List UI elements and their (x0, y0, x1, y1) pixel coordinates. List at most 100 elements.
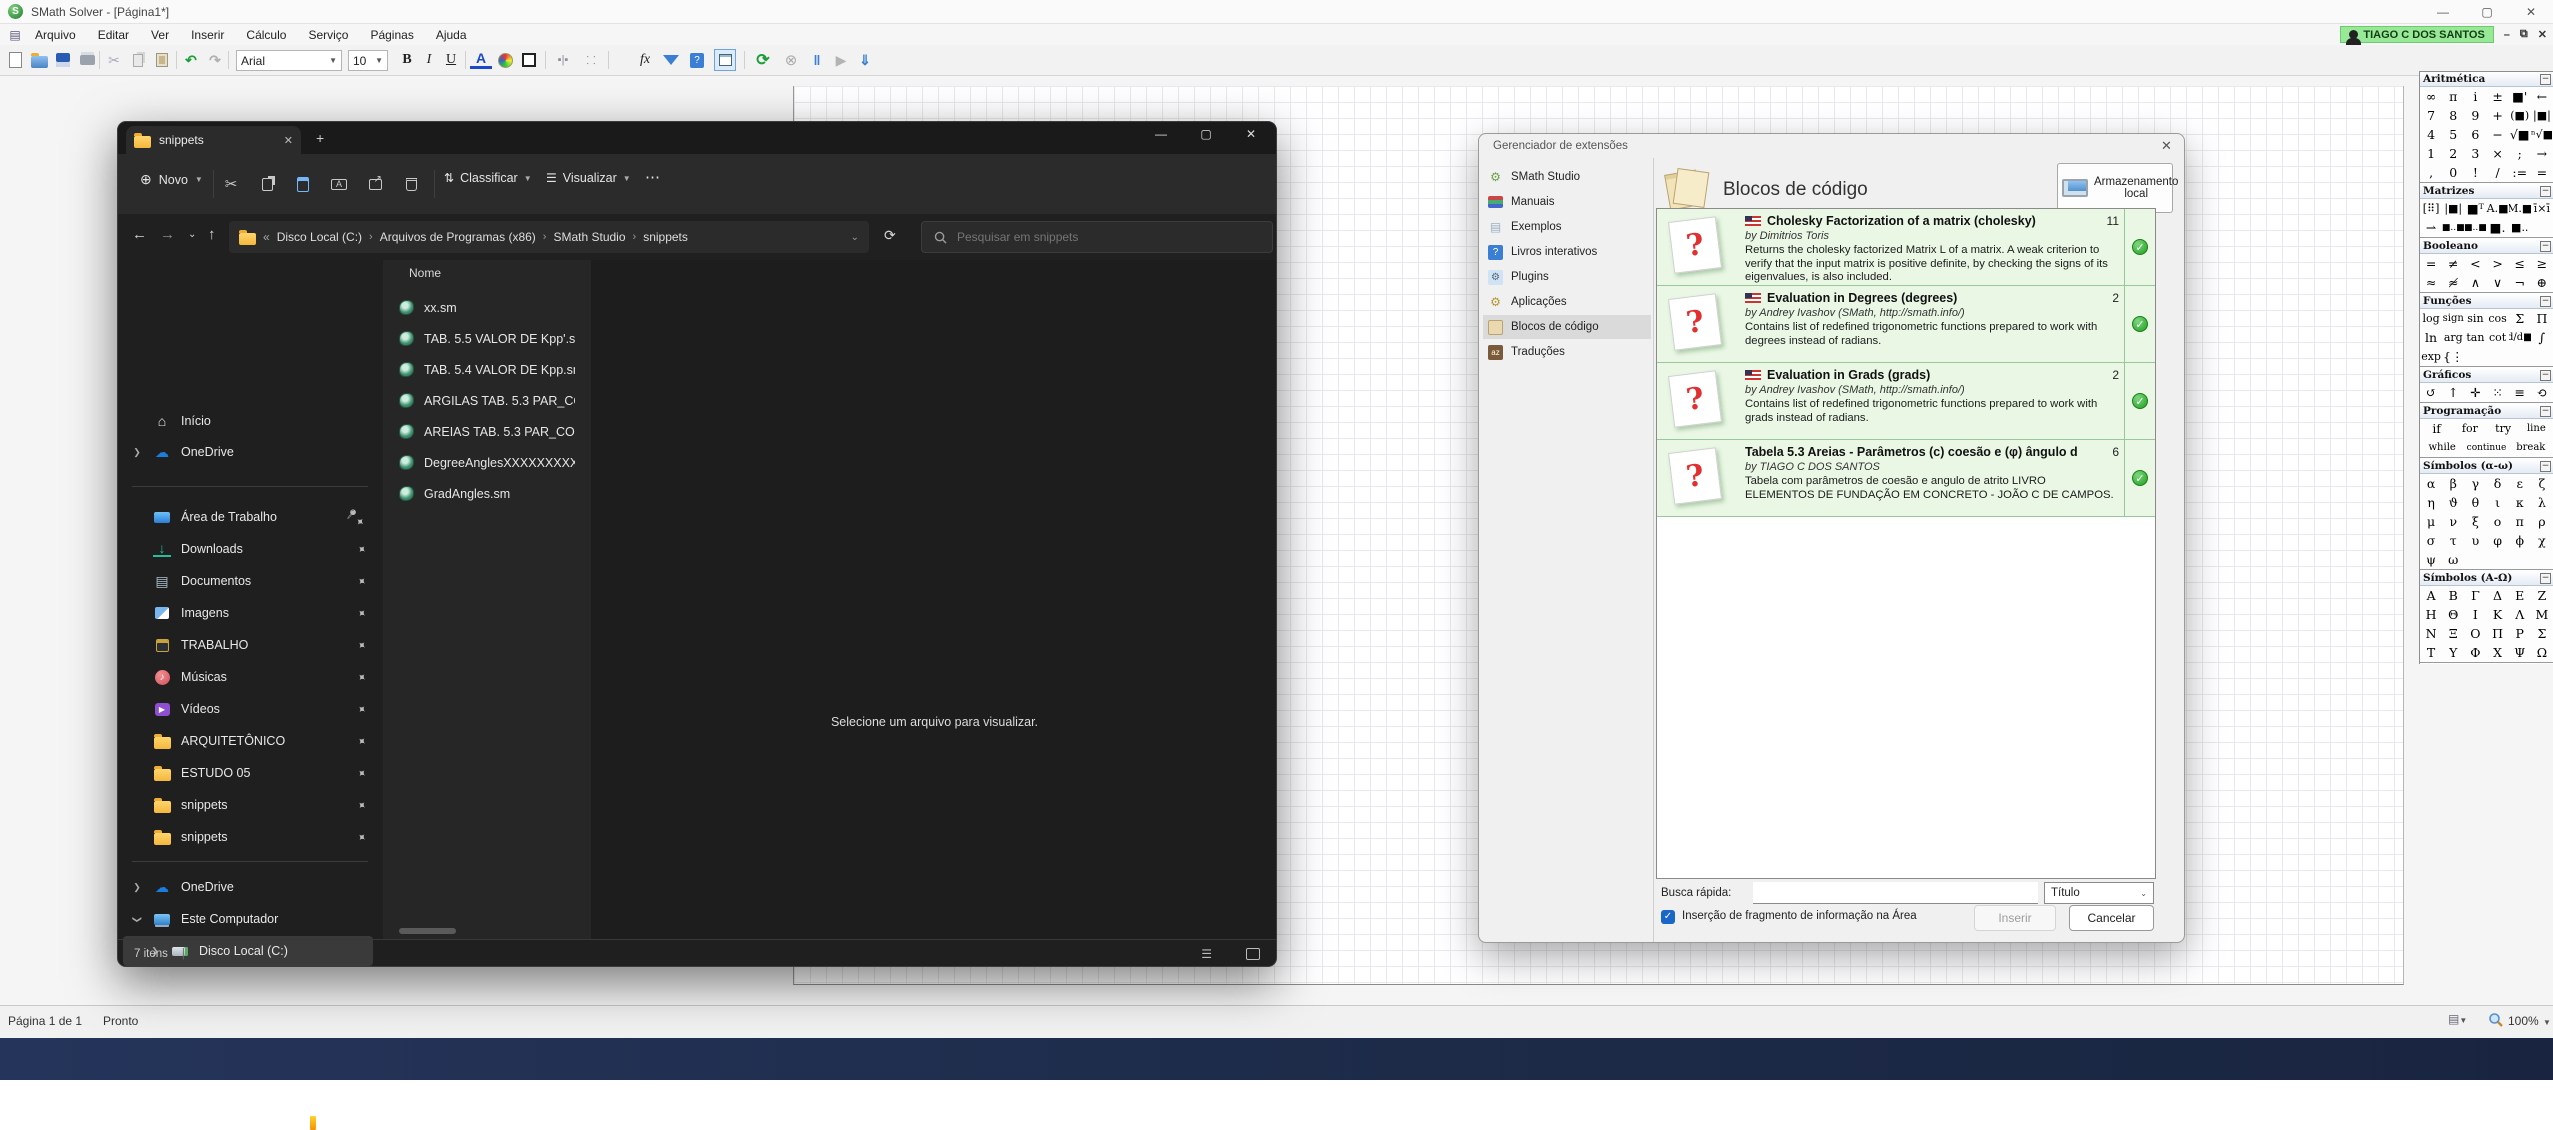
symbol-button[interactable]: M (2531, 605, 2553, 624)
storage-source-button[interactable]: Armazenamento local (2057, 163, 2173, 213)
symbol-button[interactable]: continue (2464, 438, 2508, 457)
extension-card-degrees[interactable]: ? Evaluation in Degrees (degrees) 2 by A… (1657, 286, 2155, 363)
symbol-button[interactable]: A.■ (2486, 199, 2508, 218)
file-row[interactable]: xx.sm (399, 292, 575, 323)
file-row[interactable]: DegreeAnglesXXXXXXXXXXXXXXXX (399, 447, 575, 478)
symbol-button[interactable]: × (2486, 144, 2508, 163)
cancel-button[interactable]: Cancelar (2069, 905, 2154, 931)
smath-close-button[interactable]: ✕ (2509, 0, 2553, 24)
copy-icon[interactable] (254, 171, 280, 197)
symbol-button[interactable]: ω (2442, 550, 2464, 569)
symbol-button[interactable]: A (2420, 586, 2442, 605)
sidebar-item-onedrive[interactable]: ❯☁OneDrive (123, 437, 376, 467)
symbol-button[interactable]: ϕ (2509, 531, 2531, 550)
symbol-button[interactable]: φ (2486, 531, 2508, 550)
print-icon[interactable] (76, 49, 98, 71)
symbol-button[interactable]: ι (2486, 493, 2508, 512)
symbol-button[interactable]: X (2486, 643, 2508, 662)
explorer-close-button[interactable]: ✕ (1229, 122, 1273, 146)
sidebar-item-videos[interactable]: ▶Vídeos✦ (123, 694, 376, 724)
panel-collapse-button[interactable]: − (2540, 186, 2551, 197)
new-button[interactable]: ⊕ Novo▼ (140, 171, 203, 188)
symbol-button[interactable]: log (2420, 309, 2442, 328)
sidebar-item-inicio[interactable]: ⌂Início (123, 406, 376, 436)
search-input[interactable] (957, 230, 1237, 244)
category-exemplos[interactable]: ▤Exemplos (1483, 215, 1651, 239)
symbol-button[interactable]: H (2420, 605, 2442, 624)
symbol-button[interactable]: arg (2442, 328, 2464, 347)
user-account-badge[interactable]: TIAGO C DOS SANTOS (2340, 26, 2493, 43)
symbol-button[interactable]: ψ (2420, 550, 2442, 569)
symbol-button[interactable]: ī×ī (2531, 199, 2553, 218)
chevron-right-icon[interactable]: ❯ (131, 882, 143, 893)
symbol-button[interactable]: κ (2509, 493, 2531, 512)
horizontal-spacing-icon[interactable]: ▪|▪ (552, 49, 574, 71)
recent-locations-icon[interactable]: ⌄ (188, 229, 196, 240)
category-plugins[interactable]: ⚙Plugins (1483, 265, 1651, 289)
symbol-button[interactable]: σ (2420, 531, 2442, 550)
symbol-button[interactable]: + (2486, 106, 2508, 125)
category-manuais[interactable]: Manuais (1483, 190, 1651, 214)
symbol-button[interactable]: ≥ (2531, 254, 2553, 273)
symbol-button[interactable]: √■ (2509, 125, 2531, 144)
symbol-button[interactable]: ↺ (2420, 383, 2442, 402)
symbol-button[interactable]: ¬ (2509, 273, 2531, 292)
menu-ajuda[interactable]: Ajuda (425, 24, 478, 45)
run-icon[interactable]: ▶ (830, 49, 852, 71)
symbol-button[interactable]: ≉ (2442, 273, 2464, 292)
sidebar-item-musicas[interactable]: ♪Músicas✦ (123, 662, 376, 692)
symbol-button[interactable]: Π (2531, 309, 2553, 328)
category-blocos-de-codigo[interactable]: Blocos de código (1483, 315, 1651, 339)
symbol-button[interactable]: ≡ (2509, 383, 2531, 402)
symbol-button[interactable]: for (2453, 419, 2486, 438)
symbol-button[interactable]: ; (2509, 144, 2531, 163)
symbol-button[interactable]: sin (2464, 309, 2486, 328)
tab-close-icon[interactable]: ✕ (284, 134, 293, 147)
cut-icon[interactable]: ✂ (103, 49, 125, 71)
symbol-button[interactable]: ⊕ (2531, 273, 2553, 292)
symbol-button[interactable]: 0 (2442, 163, 2464, 182)
symbol-button[interactable]: ≈ (2420, 273, 2442, 292)
sidebar-item-downloads[interactable]: ↓Downloads✦ (123, 534, 376, 564)
symbol-button[interactable]: exp (2420, 347, 2442, 366)
symbol-button[interactable]: / (2486, 163, 2508, 182)
symbol-button[interactable]: μ (2420, 512, 2442, 531)
panel-collapse-button[interactable]: − (2540, 241, 2551, 252)
panel-collapse-button[interactable]: − (2540, 406, 2551, 417)
symbol-button[interactable]: ■ᵀ (2464, 199, 2486, 218)
symbol-button[interactable]: I (2464, 605, 2486, 624)
symbol-button[interactable]: if (2420, 419, 2453, 438)
sidebar-item-onedrive-2[interactable]: ❯☁OneDrive (123, 872, 376, 902)
symbol-button[interactable]: 2 (2442, 144, 2464, 163)
chevron-down-icon[interactable]: ❯ (132, 913, 143, 925)
symbol-button[interactable]: β (2442, 474, 2464, 493)
symbol-button[interactable]: Ψ (2509, 643, 2531, 662)
new-file-icon[interactable] (4, 49, 26, 71)
redo-icon[interactable]: ↷ (204, 49, 226, 71)
symbol-button[interactable]: ⁿ√■ (2531, 125, 2553, 144)
symbol-button[interactable]: cos (2486, 309, 2508, 328)
open-file-icon[interactable] (28, 49, 50, 71)
recalculate-icon[interactable]: ⟳ (752, 49, 774, 71)
symbol-button[interactable]: [■..■] (2442, 218, 2464, 237)
symbol-button[interactable]: Σ (2531, 624, 2553, 643)
symbol-button[interactable]: ∧ (2464, 273, 2486, 292)
file-row[interactable]: TAB. 5.4 VALOR DE Kpp.sm (399, 354, 575, 385)
doc-minimize-button[interactable]: – (2504, 29, 2510, 41)
zoom-magnifier-icon[interactable] (2488, 1012, 2504, 1031)
snippets-panel-icon[interactable] (714, 49, 736, 71)
symbol-button[interactable]: ε (2509, 474, 2531, 493)
share-icon[interactable]: ↗ (362, 171, 388, 197)
quick-search-input[interactable] (1753, 882, 2038, 904)
menu-ver[interactable]: Ver (140, 24, 180, 45)
breadcrumb-disco-local[interactable]: Disco Local (C:) (277, 230, 362, 244)
explorer-maximize-button[interactable]: ▢ (1184, 122, 1228, 146)
cut-icon[interactable]: ✂ (218, 171, 244, 197)
symbol-button[interactable]: Ξ (2442, 624, 2464, 643)
menu-arquivo[interactable]: Arquivo (24, 24, 87, 45)
file-row[interactable]: ARGILAS TAB. 5.3 PAR_COESÃO E (399, 385, 575, 416)
copy-icon[interactable] (127, 49, 149, 71)
symbol-button[interactable]: d/d■ (2509, 328, 2531, 347)
category-livros-interativos[interactable]: ?Livros interativos (1483, 240, 1651, 264)
panel-collapse-button[interactable]: − (2540, 74, 2551, 85)
